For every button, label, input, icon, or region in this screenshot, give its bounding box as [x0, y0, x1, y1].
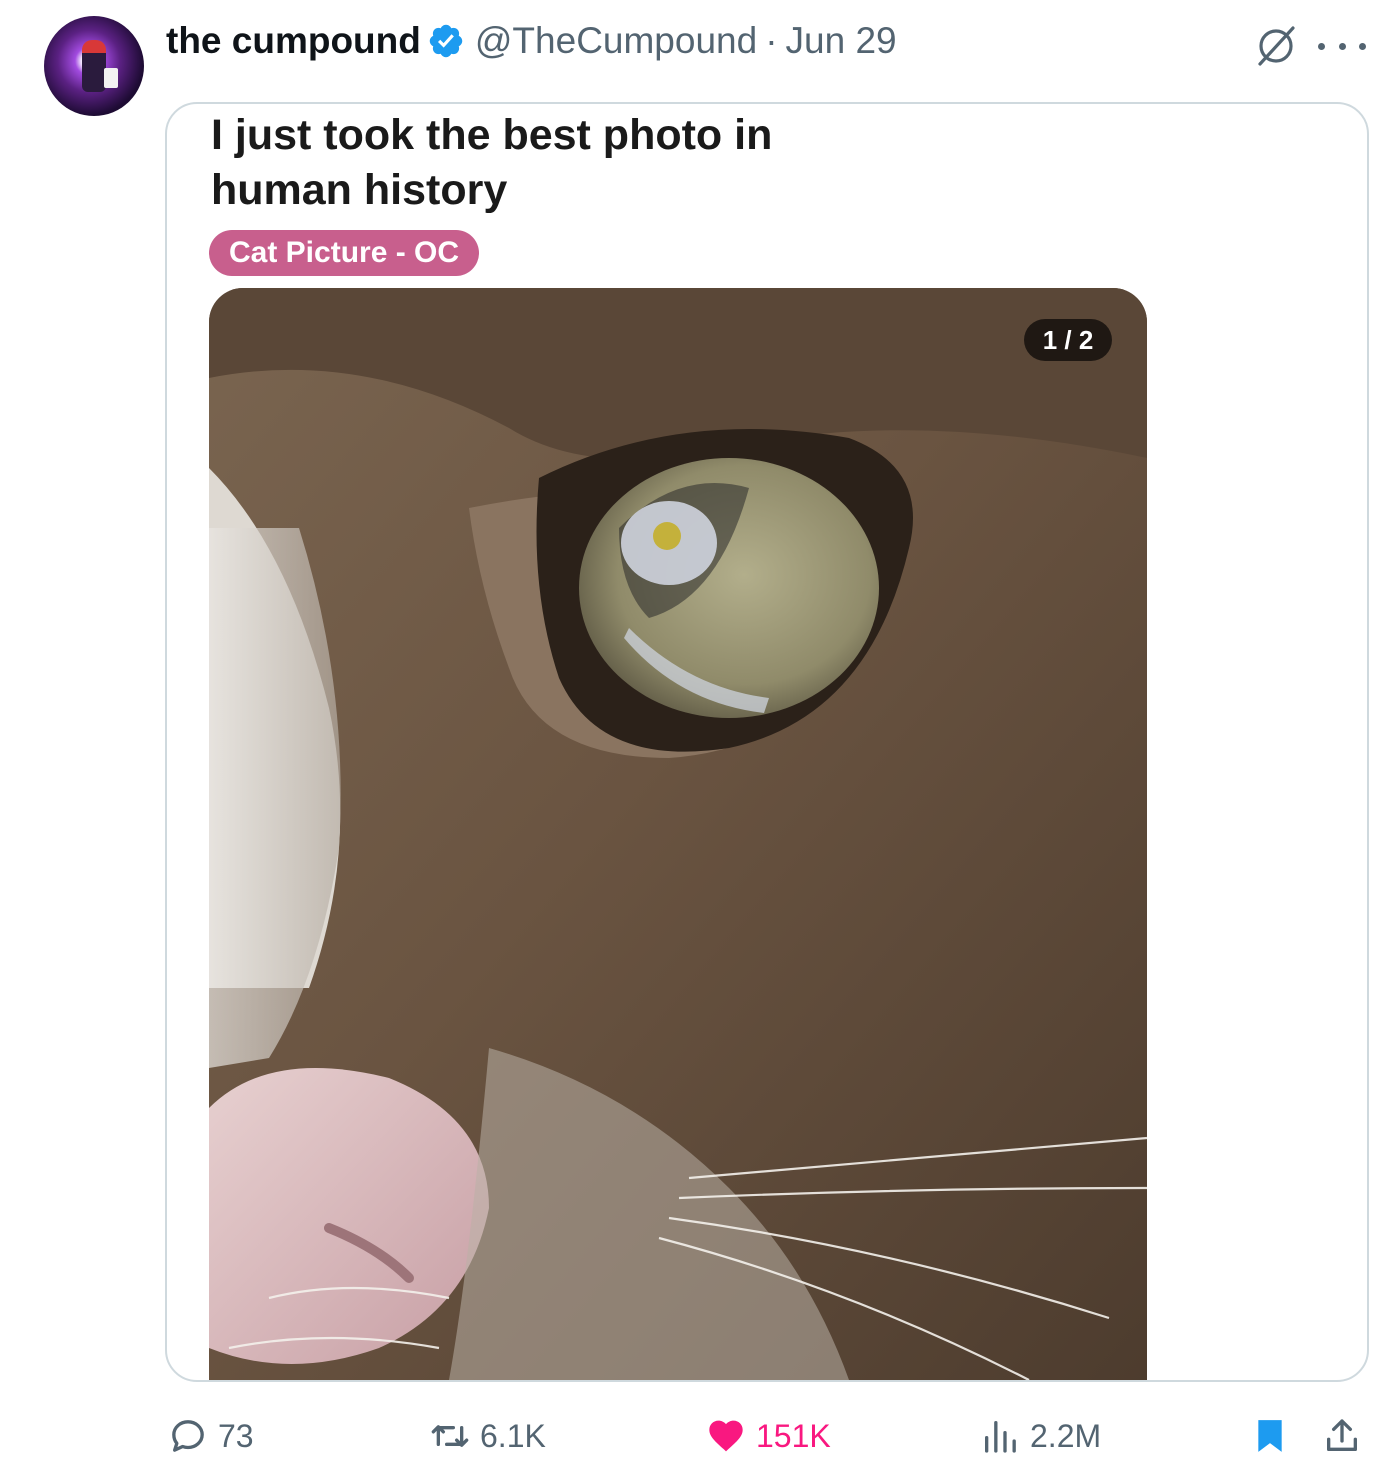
bookmark-button[interactable]: [1250, 1404, 1300, 1468]
cat-photo-art: [209, 288, 1147, 1380]
grok-icon[interactable]: [1252, 22, 1300, 70]
post-title: I just took the best photo in human hist…: [211, 111, 773, 214]
views-icon: [985, 1421, 1016, 1453]
like-count: 151K: [756, 1417, 831, 1454]
author-name[interactable]: the cumpound: [166, 20, 421, 62]
bookmark-icon: [1258, 1420, 1282, 1452]
like-heart-icon: [709, 1420, 743, 1452]
more-dot: [1318, 42, 1325, 50]
verified-badge-icon: [429, 24, 463, 58]
media-card[interactable]: I just took the best photo in human hist…: [165, 102, 1369, 1382]
retweet-count: 6.1K: [480, 1417, 546, 1454]
tweet-header: the cumpound @TheCumpound · Jun 29: [166, 16, 897, 66]
reply-count: 73: [218, 1417, 254, 1454]
views-button[interactable]: 2.2M: [980, 1404, 1101, 1468]
cat-photo[interactable]: [209, 288, 1147, 1380]
author-avatar[interactable]: [44, 16, 144, 116]
image-counter: 1 / 2: [1024, 319, 1112, 361]
avatar-figure: [82, 40, 106, 92]
retweet-icon: [431, 1425, 469, 1447]
flair-badge: Cat Picture - OC: [209, 230, 480, 276]
avatar-cup: [104, 68, 118, 88]
view-count: 2.2M: [1030, 1417, 1102, 1454]
reply-button[interactable]: 73: [168, 1404, 254, 1468]
more-icon[interactable]: [1318, 26, 1366, 66]
author-handle[interactable]: @TheCumpound: [475, 20, 757, 62]
more-dot: [1359, 42, 1366, 50]
header-separator: ·: [765, 20, 778, 61]
share-button[interactable]: [1322, 1404, 1372, 1468]
like-button[interactable]: 151K: [706, 1404, 831, 1468]
tweet-date[interactable]: Jun 29: [786, 20, 897, 62]
share-icon: [1327, 1419, 1357, 1451]
reply-icon: [172, 1420, 204, 1452]
retweet-button[interactable]: 6.1K: [430, 1404, 546, 1468]
action-bar: 73 6.1K 151K 2.2M: [0, 1404, 1392, 1468]
more-dot: [1338, 42, 1346, 50]
